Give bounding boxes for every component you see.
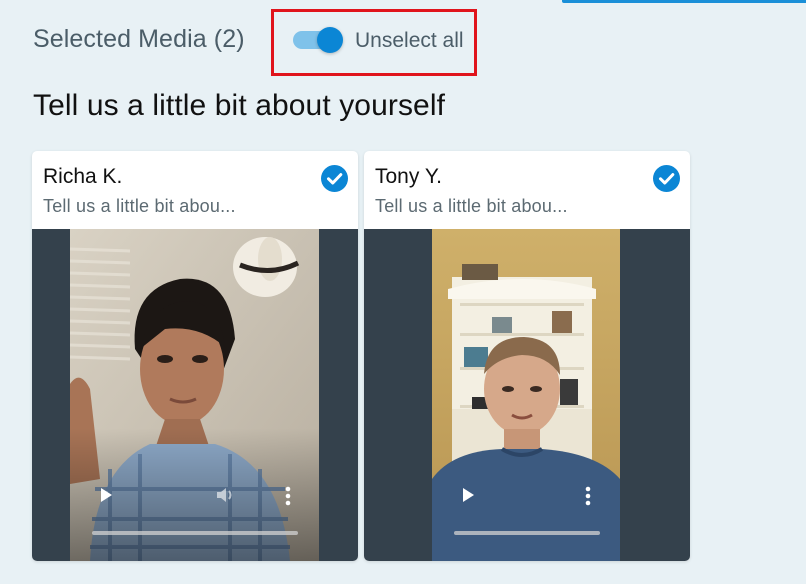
unselect-all-label[interactable]: Unselect all — [355, 29, 464, 53]
card-subtitle: Tell us a little bit abou... — [43, 196, 236, 216]
volume-icon[interactable] — [214, 484, 236, 506]
video-thumbnail — [432, 229, 620, 561]
respondent-name: Richa K. — [43, 165, 123, 188]
media-card[interactable]: Tony Y. Tell us a little bit abou... — [364, 151, 690, 561]
more-vertical-icon[interactable] — [585, 485, 591, 507]
check-icon[interactable] — [321, 165, 348, 192]
media-card[interactable]: Richa K. Tell us a little bit abou... — [32, 151, 358, 561]
question-title: Tell us a little bit about yourself — [33, 89, 446, 122]
selection-header: Selected Media (2) Unselect all — [0, 0, 806, 80]
video-player[interactable] — [32, 229, 358, 561]
toggle-knob — [317, 27, 343, 53]
more-vertical-icon[interactable] — [285, 485, 291, 507]
play-icon[interactable] — [98, 487, 114, 503]
card-subtitle: Tell us a little bit abou... — [375, 196, 568, 216]
selected-media-count: Selected Media (2) — [33, 25, 245, 53]
play-icon[interactable] — [460, 487, 476, 503]
respondent-name: Tony Y. — [375, 165, 442, 188]
video-thumbnail — [70, 229, 319, 561]
video-progress-bar[interactable] — [454, 531, 600, 535]
video-player[interactable] — [364, 229, 690, 561]
unselect-all-toggle[interactable] — [293, 27, 343, 53]
video-progress-bar[interactable] — [92, 531, 298, 535]
check-icon[interactable] — [653, 165, 680, 192]
